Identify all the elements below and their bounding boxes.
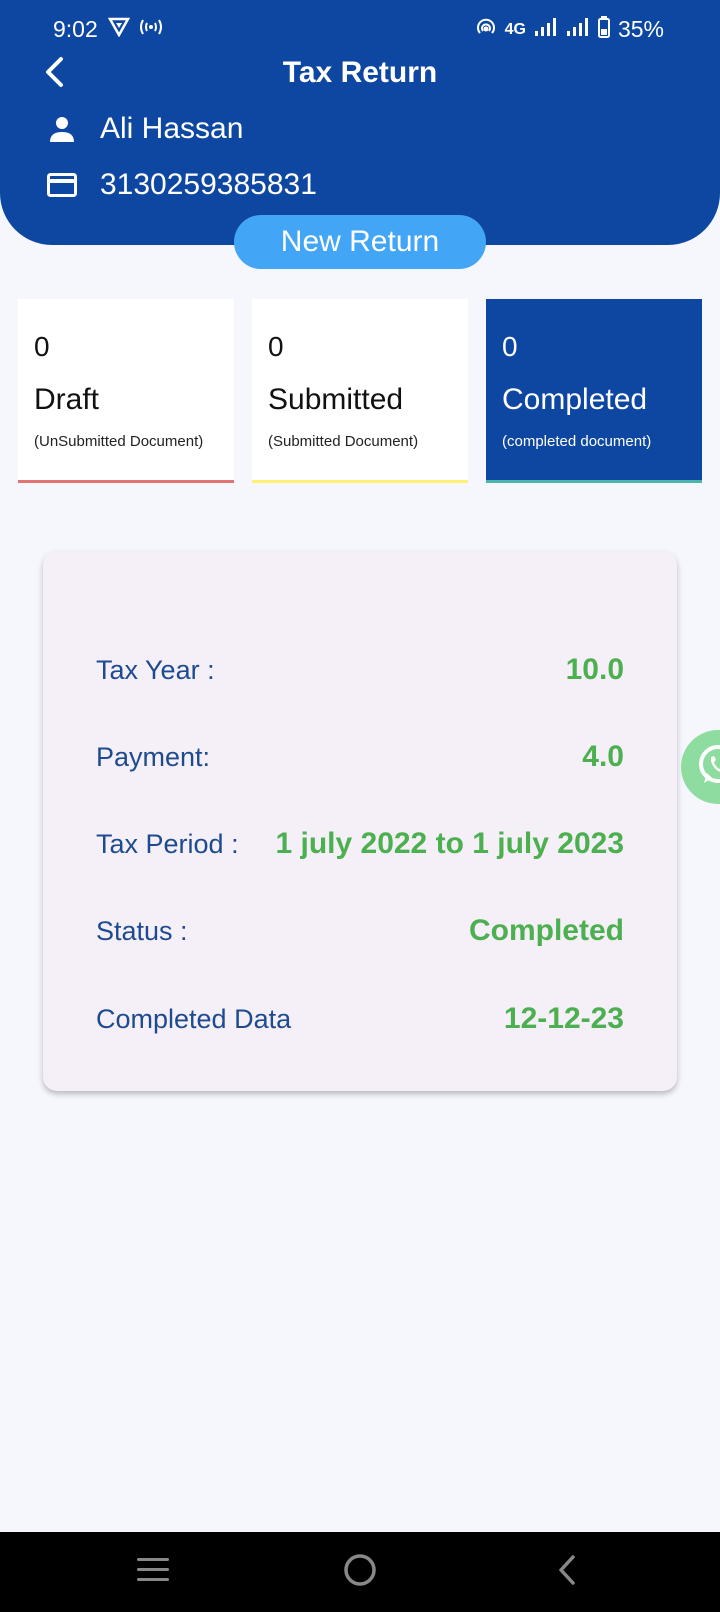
status-bar: 9:02 4G 35%: [0, 0, 720, 60]
whatsapp-button[interactable]: [681, 730, 720, 804]
cnic-row: 3130259385831: [46, 168, 317, 202]
status-label: Status :: [96, 915, 188, 946]
header: 9:02 4G 35% Tax Return Ali Hassan 313025…: [0, 0, 720, 245]
completed-accent-bar: [486, 480, 702, 483]
completed-card[interactable]: 0 Completed (completed document): [486, 299, 702, 483]
nav-back-button[interactable]: [543, 1550, 591, 1594]
detail-row-tax-period: Tax Period : 1 july 2022 to 1 july 2023: [96, 827, 624, 861]
detail-row-completed-date: Completed Data 12-12-23: [96, 1002, 624, 1036]
new-return-button[interactable]: New Return: [234, 215, 486, 269]
credit-card-icon: [46, 169, 78, 201]
signal-icon: [534, 17, 558, 42]
payment-value: 4.0: [582, 740, 624, 773]
completed-label: Completed: [502, 383, 648, 416]
completed-count: 0: [502, 331, 518, 362]
status-time: 9:02: [53, 16, 98, 42]
submitted-count: 0: [268, 331, 284, 362]
detail-row-payment: Payment: 4.0: [96, 740, 624, 774]
status-value: Completed: [468, 914, 624, 947]
screen: 9:02 4G 35% Tax Return Ali Hassan 313025…: [0, 0, 720, 1612]
user-name: Ali Hassan: [100, 112, 244, 145]
submitted-card[interactable]: 0 Submitted (Submitted Document): [252, 299, 468, 483]
tax-period-label: Tax Period :: [96, 828, 239, 859]
network-type: 4G: [504, 20, 526, 38]
draft-label: Draft: [34, 383, 100, 416]
whatsapp-icon: [696, 743, 720, 792]
completed-date-value: 12-12-23: [503, 1002, 624, 1035]
person-icon: [46, 113, 78, 145]
completed-date-label: Completed Data: [96, 1003, 292, 1034]
draft-count: 0: [34, 331, 50, 362]
battery-icon: [597, 16, 610, 43]
detail-row-tax-year: Tax Year : 10.0: [96, 653, 624, 687]
signal-icon-2: [566, 17, 590, 42]
tax-year-value: 10.0: [565, 653, 624, 686]
nav-recents-button[interactable]: [129, 1550, 177, 1594]
menu-icon: [136, 1556, 170, 1589]
nav-home-button[interactable]: [336, 1550, 384, 1594]
draft-card[interactable]: 0 Draft (UnSubmitted Document): [18, 299, 234, 483]
submitted-subtitle: (Submitted Document): [268, 433, 419, 450]
payment-label: Payment:: [96, 741, 211, 772]
return-detail-card[interactable]: Tax Year : 10.0 Payment: 4.0 Tax Period …: [43, 551, 677, 1091]
system-nav-bar: [0, 1532, 720, 1612]
home-circle-icon: [343, 1553, 377, 1592]
tax-period-value: 1 july 2022 to 1 july 2023: [275, 827, 624, 860]
draft-subtitle: (UnSubmitted Document): [34, 433, 204, 450]
vpn-shield-icon: [107, 17, 131, 42]
cnic-number: 3130259385831: [100, 168, 317, 201]
completed-subtitle: (completed document): [502, 433, 652, 450]
draft-accent-bar: [18, 480, 234, 483]
hotspot-icon: [138, 16, 164, 43]
detail-row-status: Status : Completed: [96, 914, 624, 948]
tax-year-label: Tax Year :: [96, 654, 215, 685]
back-icon: [556, 1554, 578, 1591]
user-name-row: Ali Hassan: [46, 112, 243, 146]
battery-percent: 35%: [617, 16, 664, 42]
wifi-calling-icon: [475, 16, 497, 43]
page-title: Tax Return: [282, 56, 438, 89]
submitted-accent-bar: [252, 480, 468, 483]
submitted-label: Submitted: [268, 383, 404, 416]
